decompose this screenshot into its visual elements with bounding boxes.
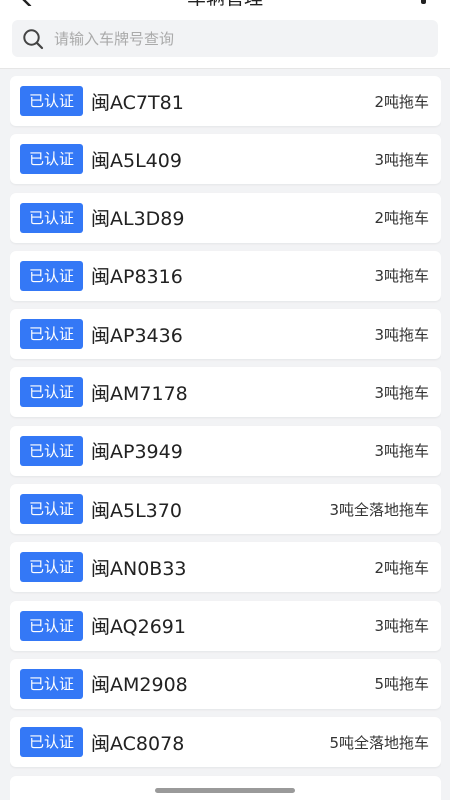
search-bar[interactable] [12, 20, 438, 57]
vehicle-card[interactable]: 已认证 闽AQ2691 3吨拖车 [10, 600, 441, 651]
verified-badge: 已认证 [20, 610, 83, 641]
plate-number: 闽AP3436 [91, 324, 183, 347]
vehicle-type: 2吨拖车 [374, 209, 429, 228]
vehicle-card[interactable]: 已认证 闽AP8316 3吨拖车 [10, 250, 441, 301]
plate-number: 闽A5L409 [91, 149, 182, 172]
vehicle-card[interactable]: 已认证 闽AC8078 5吨全落地拖车 [10, 717, 441, 768]
verified-badge: 已认证 [20, 202, 83, 233]
verified-badge: 已认证 [20, 494, 83, 525]
vehicle-card[interactable]: 已认证 闽AP3436 3吨拖车 [10, 309, 441, 360]
app-header: 车辆管理 [0, 0, 450, 69]
plate-number: 闽AP8316 [91, 266, 183, 289]
page-title: 车辆管理 [0, 0, 450, 10]
search-input[interactable] [54, 23, 424, 54]
vehicle-card[interactable]: 已认证 闽AN0B33 2吨拖车 [10, 542, 441, 593]
verified-badge: 已认证 [20, 377, 83, 408]
plate-number: 闽AC7T81 [91, 91, 184, 114]
vehicle-type: 3吨全落地拖车 [329, 500, 429, 519]
plate-number: 闽AN0B33 [91, 557, 187, 580]
vehicle-type: 3吨拖车 [374, 617, 429, 636]
vehicle-type: 2吨拖车 [374, 558, 429, 577]
vehicle-card[interactable]: 已认证 闽AL3D89 2吨拖车 [10, 192, 441, 243]
plate-number: 闽A5L370 [91, 499, 182, 522]
vehicle-type: 3吨拖车 [374, 383, 429, 402]
plate-number: 闽AM2908 [91, 674, 188, 697]
plate-number: 闽AP3949 [91, 441, 183, 464]
vehicle-type: 5吨全落地拖车 [329, 733, 429, 752]
verified-badge: 已认证 [20, 552, 83, 583]
vehicle-type: 3吨拖车 [374, 325, 429, 344]
plate-number: 闽AM7178 [91, 382, 188, 405]
vehicle-type: 5吨拖车 [374, 675, 429, 694]
verified-badge: 已认证 [20, 86, 83, 116]
home-indicator [155, 788, 295, 793]
vehicle-type: 3吨拖车 [374, 267, 429, 286]
verified-badge: 已认证 [20, 144, 83, 175]
vehicle-card[interactable]: 已认证 闽AP3949 3吨拖车 [10, 425, 441, 476]
vehicle-card[interactable]: 已认证 闽AM2908 5吨拖车 [10, 658, 441, 709]
vehicle-card[interactable]: 已认证 闽A5L409 3吨拖车 [10, 134, 441, 185]
vehicle-card[interactable]: 已认证 闽A5L370 3吨全落地拖车 [10, 484, 441, 535]
verified-badge: 已认证 [20, 260, 83, 291]
search-icon [23, 28, 44, 49]
verified-badge: 已认证 [20, 319, 83, 350]
vehicle-type: 2吨拖车 [374, 92, 429, 111]
vehicle-card[interactable]: 已认证 闽AC7T81 2吨拖车 [10, 76, 441, 126]
more-icon[interactable] [421, 0, 426, 4]
verified-badge: 已认证 [20, 435, 83, 466]
plate-number: 闽AC8078 [91, 732, 185, 755]
plate-number: 闽AQ2691 [91, 616, 186, 639]
verified-badge: 已认证 [20, 668, 83, 699]
vehicle-type: 3吨拖车 [374, 150, 429, 169]
vehicle-list: 已认证 闽AC7T81 2吨拖车 已认证 闽A5L409 3吨拖车 已认证 闽AL3D89 2吨… [10, 76, 441, 800]
vehicle-type: 3吨拖车 [374, 442, 429, 461]
verified-badge: 已认证 [20, 727, 83, 758]
vehicle-card[interactable]: 已认证 闽AM7178 3吨拖车 [10, 367, 441, 418]
plate-number: 闽AL3D89 [91, 208, 185, 231]
